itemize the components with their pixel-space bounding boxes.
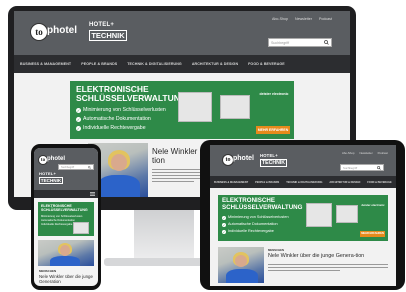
ad-cta-button[interactable]: MEHR ERFAHREN bbox=[256, 126, 290, 134]
top-link-podcast[interactable]: Podcast bbox=[319, 17, 332, 21]
site-header: to photel HOTEL+ TECHNIK Abo-Shop Newsle… bbox=[14, 11, 350, 55]
search-placeholder: Suchbegriff bbox=[271, 40, 290, 45]
nav-architektur[interactable]: ARCHITEKTUR & DESIGN bbox=[329, 181, 360, 184]
ad-bullets: ✓ Minimierung von Schlüsselverlusten ✓ Aut… bbox=[76, 107, 166, 131]
key-cabinet-image bbox=[178, 92, 212, 122]
technik-badge: TECHNIK bbox=[260, 159, 287, 167]
tophotel-logo-icon[interactable]: to bbox=[30, 23, 48, 41]
check-icon: ✓ bbox=[76, 108, 81, 113]
nav-people[interactable]: PEOPLE & BRANDS bbox=[255, 181, 279, 184]
tophotel-logo-text[interactable]: photel bbox=[233, 155, 254, 162]
menu-icon[interactable] bbox=[90, 192, 95, 196]
phone-header: to photel HOTEL+ TECHNIK Suchbegriff bbox=[34, 148, 98, 190]
check-icon: ✓ bbox=[222, 215, 226, 220]
search-icon[interactable] bbox=[88, 165, 91, 169]
tablet-screen: to photel HOTEL+ TECHNIK Abo-Shop Newsle… bbox=[210, 145, 396, 286]
article-image[interactable] bbox=[38, 240, 94, 266]
ad-cta-button[interactable]: MEHR ERFAHREN bbox=[360, 231, 385, 237]
ad-banner[interactable]: ELEKTRONISCHE SCHLÜSSELVERWALTUNG ✓ Minimi… bbox=[218, 195, 388, 241]
ad-title: ELEKTRONISCHE SCHLÜSSELVERWALTUNG bbox=[41, 204, 88, 212]
main-nav: BUSINESS & MANAGEMENT PEOPLE & BRANDS TE… bbox=[14, 55, 350, 73]
article-image[interactable] bbox=[218, 247, 264, 283]
technik-badge: TECHNIK bbox=[39, 177, 63, 184]
article-kicker: MENSCHEN bbox=[268, 248, 285, 252]
key-cabinet-image bbox=[306, 203, 332, 227]
nav-technik[interactable]: TECHNIK & DIGITALISIERUNG bbox=[286, 181, 322, 184]
tophotel-logo-text[interactable]: photel bbox=[47, 156, 65, 162]
deister-logo: deister electronic bbox=[259, 92, 289, 96]
phone-nav-bar[interactable] bbox=[34, 190, 98, 198]
ad-bullets: ✓ Minimierung von Schlüsselverlusten ✓ Aut… bbox=[222, 215, 289, 234]
article-teaser bbox=[268, 264, 388, 273]
top-links: Abo-Shop Newsletter Podcast bbox=[342, 151, 388, 155]
top-link-abo[interactable]: Abo-Shop bbox=[342, 151, 354, 155]
main-nav: BUSINESS & MANAGEMENT PEOPLE & BRANDS TE… bbox=[210, 176, 396, 188]
deister-logo: deister electronic bbox=[361, 203, 385, 207]
nav-food[interactable]: FOOD & BEVERAGE bbox=[367, 181, 391, 184]
article-headline[interactable]: Nele Winkler über die junge Generation bbox=[39, 274, 93, 284]
top-links: Abo-Shop Newsletter Podcast bbox=[272, 17, 332, 21]
article-kicker: MENSCHEN bbox=[39, 269, 57, 273]
search-input[interactable]: Suchbegriff bbox=[340, 164, 384, 171]
nav-technik[interactable]: TECHNIK & DIGITALISIERUNG bbox=[127, 62, 182, 66]
technik-badge: TECHNIK bbox=[89, 30, 127, 41]
tablet-header: to photel HOTEL+ TECHNIK Abo-Shop Newsle… bbox=[210, 145, 396, 176]
key-cabinet-image bbox=[73, 222, 89, 234]
check-icon: ✓ bbox=[76, 117, 81, 122]
top-link-newsletter[interactable]: Newsletter bbox=[295, 17, 312, 21]
top-link-podcast[interactable]: Podcast bbox=[378, 151, 388, 155]
phone-screen: to photel HOTEL+ TECHNIK Suchbegriff ELE… bbox=[34, 148, 98, 286]
ad-banner[interactable]: ELEKTRONISCHE SCHLÜSSELVERWALTUNG Minimie… bbox=[38, 202, 94, 236]
nav-business[interactable]: BUSINESS & MANAGEMENT bbox=[214, 181, 248, 184]
hotel-plus-label: HOTEL+ bbox=[89, 22, 115, 28]
nav-business[interactable]: BUSINESS & MANAGEMENT bbox=[20, 62, 71, 66]
check-icon: ✓ bbox=[76, 126, 81, 131]
ad-title: ELEKTRONISCHE SCHLÜSSELVERWALTUNG bbox=[222, 197, 303, 211]
search-input[interactable]: Suchbegriff bbox=[58, 164, 94, 170]
nav-food[interactable]: FOOD & BEVERAGE bbox=[248, 62, 285, 66]
search-input[interactable]: Suchbegriff bbox=[268, 38, 332, 47]
top-link-newsletter[interactable]: Newsletter bbox=[359, 151, 372, 155]
ad-banner[interactable]: ELEKTRONISCHE SCHLÜSSELVERWALTUNG ✓ Minimi… bbox=[70, 81, 294, 139]
ad-title: ELEKTRONISCHE SCHLÜSSELVERWALTUNG bbox=[76, 84, 187, 103]
search-icon[interactable] bbox=[377, 165, 381, 170]
nav-architektur[interactable]: ARCHITEKTUR & DESIGN bbox=[192, 62, 238, 66]
hotel-plus-label: HOTEL+ bbox=[39, 171, 57, 176]
hotel-plus-label: HOTEL+ bbox=[260, 153, 278, 158]
top-link-abo[interactable]: Abo-Shop bbox=[272, 17, 288, 21]
key-cabinet-image-2 bbox=[336, 205, 358, 223]
check-icon: ✓ bbox=[222, 229, 226, 234]
search-icon[interactable] bbox=[324, 40, 329, 45]
tophotel-logo-text[interactable]: photel bbox=[47, 25, 77, 36]
check-icon: ✓ bbox=[222, 222, 226, 227]
monitor-stand bbox=[134, 210, 194, 262]
nav-people[interactable]: PEOPLE & BRANDS bbox=[81, 62, 117, 66]
article-headline[interactable]: Nele Winkler über die junge Genera-tion bbox=[268, 253, 392, 259]
key-cabinet-image-2 bbox=[220, 95, 250, 119]
